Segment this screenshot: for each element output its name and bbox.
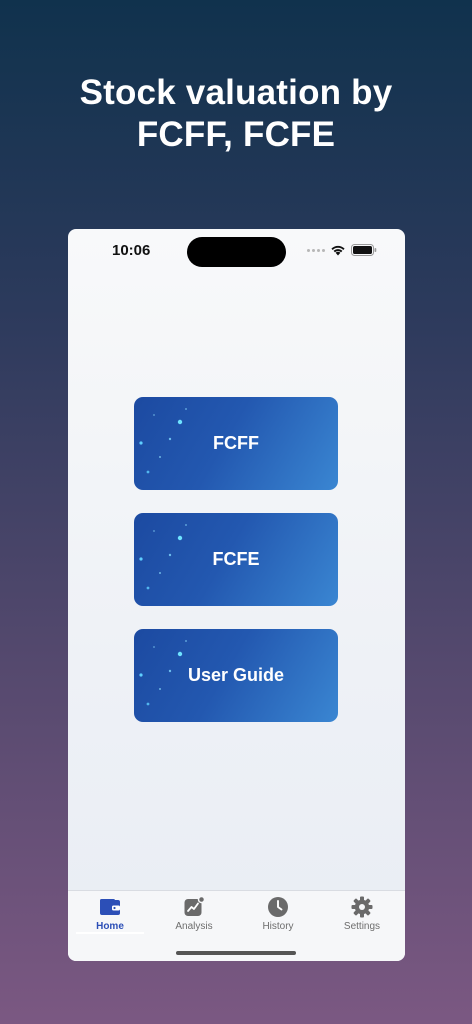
tab-home-label: Home [96,921,124,932]
promo-headline: Stock valuation by FCFF, FCFE [0,72,472,156]
tab-analysis-label: Analysis [175,921,213,932]
headline-line-1: Stock valuation by [79,73,393,112]
bottom-tab-bar: Home Analysis History Settings [68,890,405,961]
fcff-button-label: FCFF [213,433,259,453]
tab-settings[interactable]: Settings [320,891,404,939]
wallet-icon [100,899,120,915]
headline-line-2: FCFF, FCFE [136,115,336,154]
home-indicator[interactable] [176,951,296,955]
status-time: 10:06 [112,242,151,259]
status-bar: 10:06 [68,229,405,275]
tab-analysis[interactable]: Analysis [152,891,236,939]
tab-history-label: History [262,921,294,932]
gear-icon [351,896,373,918]
user-guide-button[interactable]: User Guide [134,629,338,722]
wifi-icon [331,245,345,256]
fcff-button[interactable]: FCFF [134,397,338,490]
status-icons [307,244,377,256]
main-menu: FCFF FCFE User Guide [134,397,338,745]
fcfe-button[interactable]: FCFE [134,513,338,606]
tab-history[interactable]: History [236,891,320,939]
dynamic-island [187,237,286,267]
battery-icon [351,244,377,256]
sparkle-decoration-icon [139,408,187,474]
fcfe-button-label: FCFE [212,549,260,569]
tab-settings-label: Settings [343,921,381,932]
phone-screen: 10:06 FCFF FCFE User Guide Home Analysis… [68,229,405,961]
chart-icon [184,896,205,916]
user-guide-button-label: User Guide [187,665,285,685]
active-tab-indicator [76,932,144,934]
signal-dots-icon [307,248,325,252]
sparkle-decoration-icon [139,524,187,590]
tab-home[interactable]: Home [68,891,152,939]
clock-icon [268,897,288,917]
